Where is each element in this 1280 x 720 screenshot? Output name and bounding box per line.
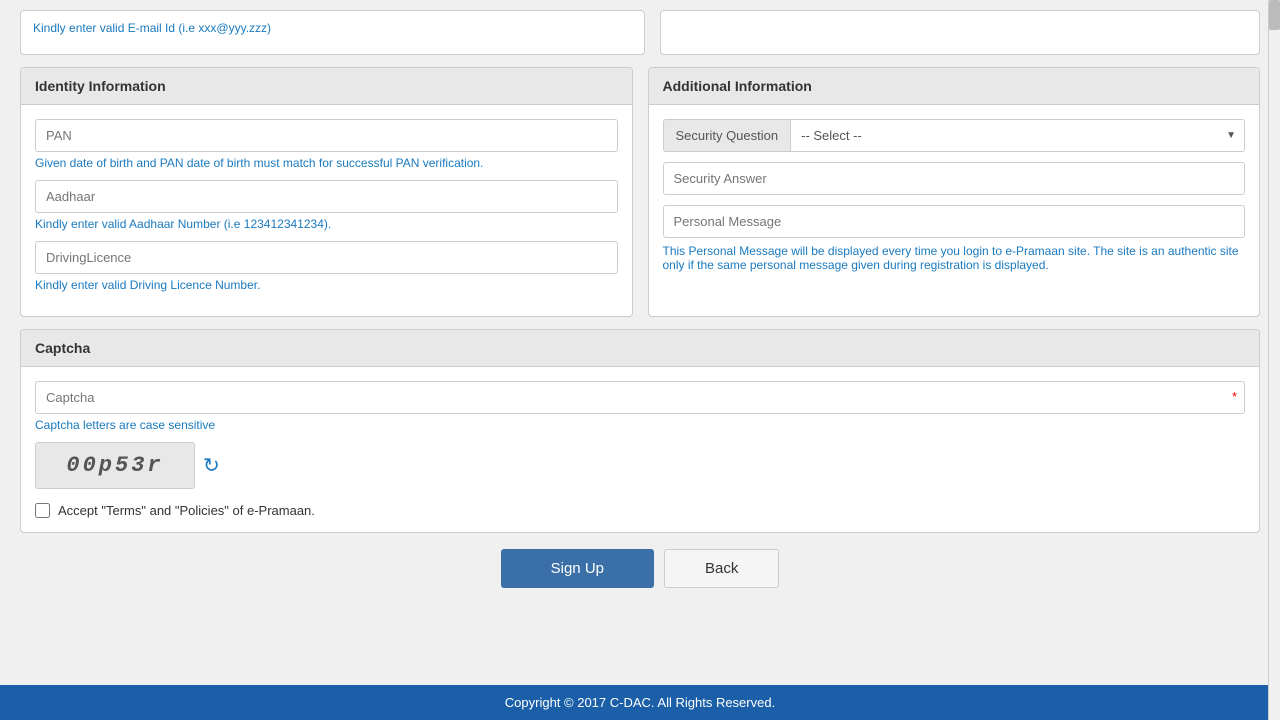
- identity-info-header: Identity Information: [21, 68, 632, 105]
- terms-row: Accept "Terms" and "Policies" of e-Prama…: [35, 503, 1245, 518]
- pan-hint: Given date of birth and PAN date of birt…: [35, 156, 618, 170]
- captcha-input-wrap: *: [35, 381, 1245, 414]
- captcha-image: 00p53r: [35, 442, 195, 489]
- security-question-select[interactable]: -- Select --: [791, 120, 1244, 151]
- footer-text: Copyright © 2017 C-DAC. All Rights Reser…: [505, 695, 775, 710]
- captcha-input[interactable]: [35, 381, 1245, 414]
- additional-info-panel: Additional Information Security Question…: [648, 67, 1261, 317]
- terms-label: Accept "Terms" and "Policies" of e-Prama…: [58, 503, 315, 518]
- aadhaar-input[interactable]: [35, 180, 618, 213]
- scrollbar-thumb[interactable]: [1269, 0, 1280, 30]
- pan-input[interactable]: [35, 119, 618, 152]
- additional-info-header: Additional Information: [649, 68, 1260, 105]
- identity-info-panel: Identity Information Given date of birth…: [20, 67, 633, 317]
- terms-checkbox[interactable]: [35, 503, 50, 518]
- driving-licence-input[interactable]: [35, 241, 618, 274]
- personal-message-hint: This Personal Message will be displayed …: [663, 244, 1246, 272]
- driving-licence-hint: Kindly enter valid Driving Licence Numbe…: [35, 278, 618, 292]
- email-error-box: Kindly enter valid E-mail Id (i.e xxx@yy…: [20, 10, 645, 55]
- email-error-text: Kindly enter valid E-mail Id (i.e xxx@yy…: [33, 21, 271, 35]
- button-row: Sign Up Back: [20, 549, 1260, 588]
- security-question-label: Security Question: [664, 120, 792, 151]
- aadhaar-hint: Kindly enter valid Aadhaar Number (i.e 1…: [35, 217, 618, 231]
- captcha-hint: Captcha letters are case sensitive: [35, 418, 1245, 432]
- security-question-select-wrapper: -- Select -- ▼: [791, 120, 1244, 151]
- scrollbar-track[interactable]: [1268, 0, 1280, 720]
- personal-message-input[interactable]: [663, 205, 1246, 238]
- signup-button[interactable]: Sign Up: [501, 549, 654, 588]
- security-answer-input[interactable]: [663, 162, 1246, 195]
- captcha-panel: Captcha * Captcha letters are case sensi…: [20, 329, 1260, 533]
- footer: Copyright © 2017 C-DAC. All Rights Reser…: [0, 685, 1280, 720]
- captcha-image-row: 00p53r ↻: [35, 442, 1245, 489]
- right-top-box: [660, 10, 1261, 55]
- captcha-header: Captcha: [21, 330, 1259, 367]
- security-question-row: Security Question -- Select -- ▼: [663, 119, 1246, 152]
- required-star-icon: *: [1232, 389, 1237, 404]
- back-button[interactable]: Back: [664, 549, 779, 588]
- captcha-refresh-icon[interactable]: ↻: [203, 453, 220, 478]
